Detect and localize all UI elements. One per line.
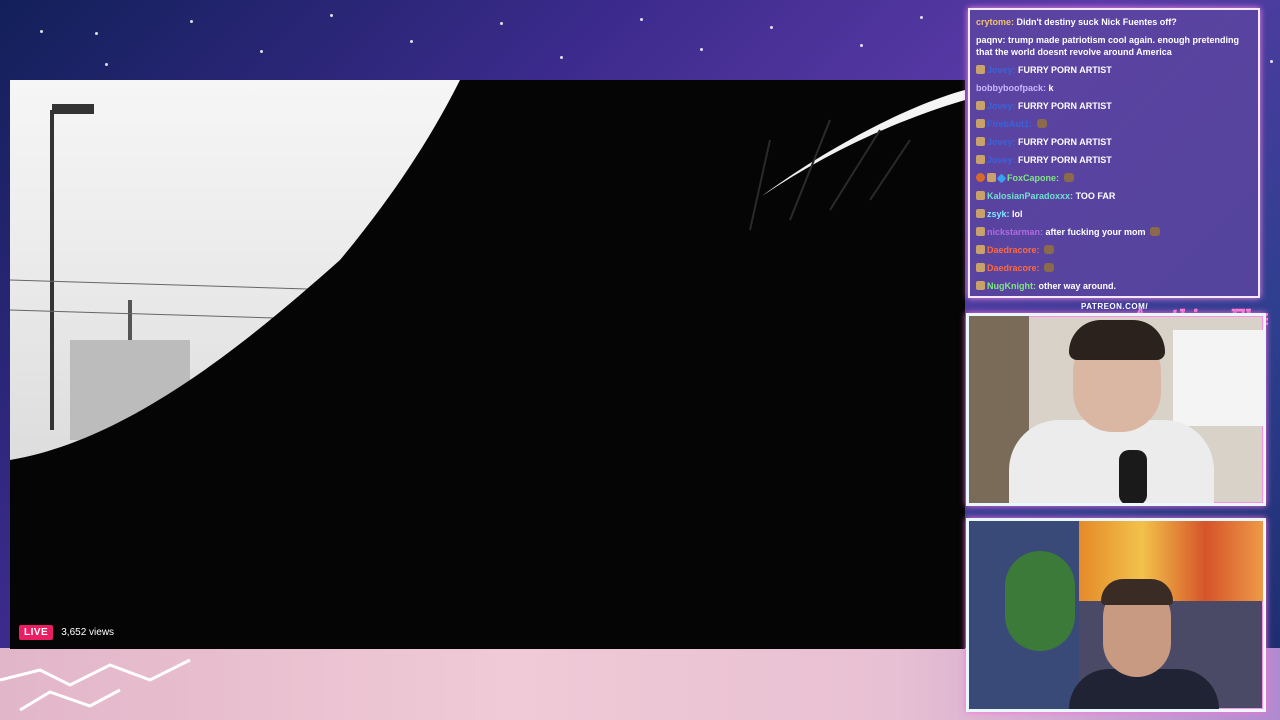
chat-message: FirebAut1:	[976, 118, 1252, 130]
chat-text: FURRY PORN ARTIST	[1018, 137, 1112, 147]
chat-username: nickstarman:	[987, 227, 1044, 237]
badge-icon	[976, 227, 985, 236]
badge-icon	[976, 281, 985, 290]
chat-message: FoxCapone:	[976, 172, 1252, 184]
chat-message: crytome: Didn't destiny suck Nick Fuente…	[976, 16, 1252, 28]
decor-crack-graphic	[0, 658, 191, 712]
chat-username: crytome:	[976, 17, 1015, 27]
badge-icon	[976, 137, 985, 146]
badge-icon	[976, 101, 985, 110]
badge-icon	[976, 245, 985, 254]
chat-username: FoxCapone:	[1007, 173, 1060, 183]
webcam-guest	[966, 518, 1266, 712]
chat-username: Jovey:	[987, 155, 1016, 165]
chat-username: bobbyboofpack:	[976, 83, 1046, 93]
live-status: LIVE 3,652 views	[19, 625, 114, 640]
view-count: 3,652 views	[61, 627, 115, 638]
chat-username: Jovey:	[987, 65, 1016, 75]
chat-message: Jovey: FURRY PORN ARTIST	[976, 154, 1252, 166]
badge-icon	[976, 155, 985, 164]
chat-text: other way around.	[1038, 281, 1117, 291]
emote-icon	[1150, 227, 1161, 236]
chat-username: Jovey:	[987, 137, 1016, 147]
chat-message: zsyk: lol	[976, 208, 1252, 220]
cam-person-hair	[1069, 320, 1165, 360]
chat-message: nickstarman: after fucking your mom	[976, 226, 1252, 238]
emote-icon	[1063, 173, 1074, 182]
cam-person-hair	[1101, 579, 1173, 605]
chat-message: Daedracore:	[976, 244, 1252, 256]
chat-username: Daedracore:	[987, 263, 1040, 273]
chat-text: Didn't destiny suck Nick Fuentes off?	[1016, 17, 1177, 27]
chat-text: FURRY PORN ARTIST	[1018, 155, 1112, 165]
cam-shelf	[1173, 330, 1263, 426]
chat-message: bobbyboofpack: k	[976, 82, 1252, 94]
chat-text: lol	[1012, 209, 1023, 219]
chat-username: FirebAut1:	[987, 119, 1032, 129]
main-video-player[interactable]	[10, 80, 965, 649]
chat-text: FURRY PORN ARTIST	[1018, 101, 1112, 111]
emote-icon	[1044, 263, 1055, 272]
badge-icon	[987, 173, 996, 182]
emote-icon	[1044, 245, 1055, 254]
cam-person-body	[1009, 420, 1214, 503]
chat-text: after fucking your mom	[1045, 227, 1146, 237]
webcam-host	[966, 313, 1266, 506]
chat-message: Daedracore:	[976, 262, 1252, 274]
badge-icon	[976, 209, 985, 218]
live-badge: LIVE	[19, 625, 54, 640]
badge-icon	[976, 119, 985, 128]
chat-message: KalosianParadoxxx: TOO FAR	[976, 190, 1252, 202]
chat-username: zsyk:	[987, 209, 1010, 219]
chat-username: KalosianParadoxxx:	[987, 191, 1074, 201]
chat-message: Jovey: FURRY PORN ARTIST	[976, 100, 1252, 112]
cam-plant	[1005, 551, 1075, 651]
video-scene-foreground	[10, 80, 965, 649]
chat-message: paqnv: trump made patriotism cool again.…	[976, 34, 1252, 58]
chat-message: Jovey: FURRY PORN ARTIST	[976, 136, 1252, 148]
emote-icon	[1036, 119, 1047, 128]
chat-text: FURRY PORN ARTIST	[1018, 65, 1112, 75]
chat-username: paqnv:	[976, 35, 1006, 45]
chat-text: trump made patriotism cool again. enough…	[976, 35, 1240, 57]
chat-username: Jovey:	[987, 101, 1016, 111]
badge-icon	[976, 65, 985, 74]
chat-username: Daedracore:	[987, 245, 1040, 255]
chat-text: TOO FAR	[1075, 191, 1116, 201]
badge-icon	[976, 191, 985, 200]
diamond-badge-icon	[996, 173, 1007, 184]
microphone-icon	[1119, 450, 1147, 503]
chat-panel: crytome: Didn't destiny suck Nick Fuente…	[968, 8, 1260, 298]
chat-message: Jovey: FURRY PORN ARTIST	[976, 64, 1252, 76]
badge-icon	[976, 263, 985, 272]
chat-text: k	[1048, 83, 1054, 93]
chat-username: NugKnight:	[987, 281, 1036, 291]
chat-message: NugKnight: other way around.	[976, 280, 1252, 292]
badge-icon	[976, 173, 985, 182]
